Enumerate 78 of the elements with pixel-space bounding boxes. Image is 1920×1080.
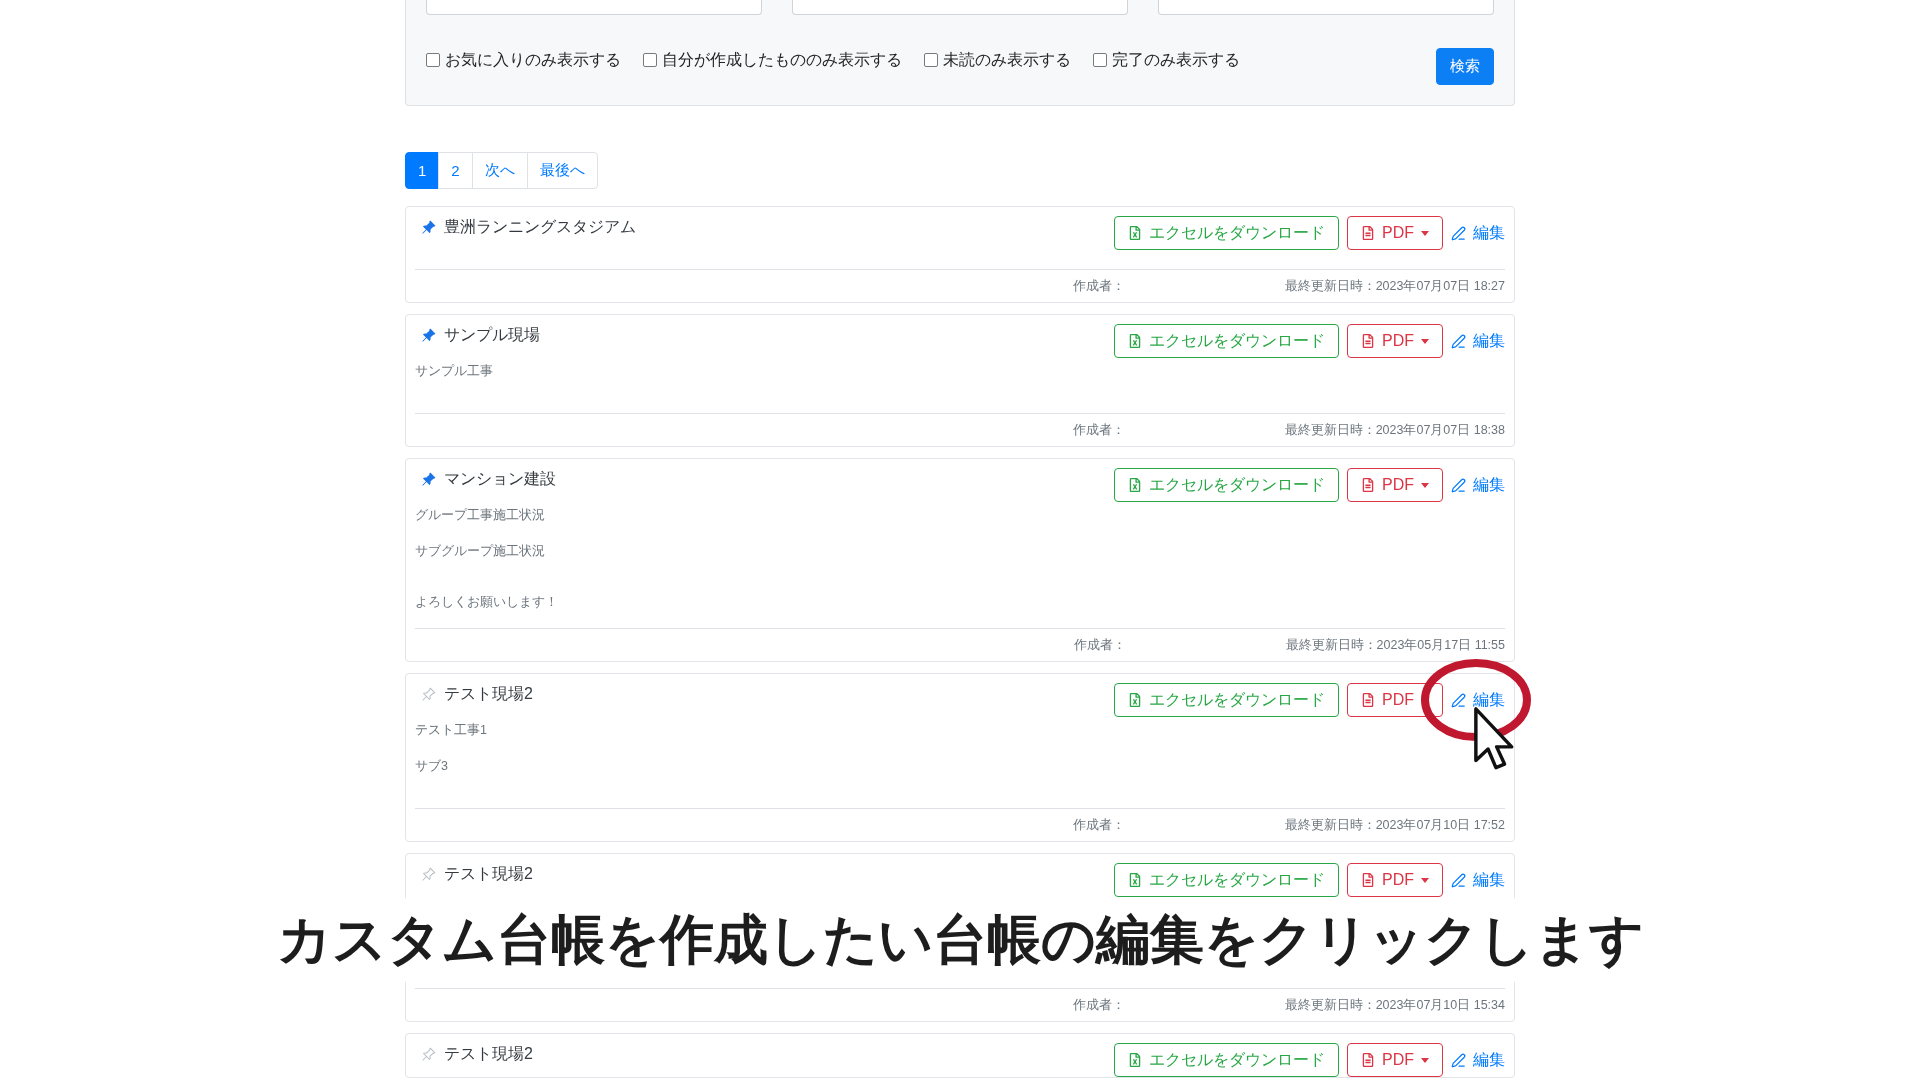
edit-link[interactable]: 編集 — [1451, 1046, 1505, 1074]
detail-text: グループ工事施工状況 — [415, 507, 546, 524]
detail-text: テスト工事1 — [415, 722, 488, 739]
excel-download-button[interactable]: エクセルをダウンロード — [1114, 683, 1339, 717]
detail-text: サブ3 — [415, 758, 449, 775]
updated-date: 最終更新日時：2023年07月07日 18:38 — [1284, 423, 1505, 437]
card-title[interactable]: サンプル現場 — [444, 324, 540, 346]
author-label: 作成者： — [1072, 818, 1125, 832]
updated-date: 最終更新日時：2023年07月07日 18:27 — [1284, 279, 1505, 293]
checkbox[interactable] — [924, 53, 938, 67]
pdf-button[interactable]: PDF — [1347, 863, 1443, 897]
card-title[interactable]: マンション建設 — [444, 468, 556, 490]
updated-date: 最終更新日時：2023年07月10日 17:52 — [1284, 818, 1505, 832]
checkbox-label[interactable]: 自分が作成したもののみ表示する — [662, 48, 902, 72]
excel-download-button[interactable]: エクセルをダウンロード — [1114, 324, 1339, 358]
search-button[interactable]: 検索 — [1436, 48, 1494, 85]
document-icon — [1361, 1053, 1375, 1067]
checkbox[interactable] — [426, 53, 440, 67]
updated-date: 最終更新日時：2023年05月17日 11:55 — [1285, 638, 1505, 652]
page-link[interactable]: 最後へ — [526, 152, 598, 189]
edit-link[interactable]: 編集 — [1451, 327, 1505, 355]
caption-text: カスタム台帳を作成したい台帳の編集をクリックします — [276, 910, 1644, 970]
pdf-button[interactable]: PDF — [1347, 216, 1443, 250]
edit-link[interactable]: 編集 — [1451, 219, 1505, 247]
checkbox-label[interactable]: 未読のみ表示する — [943, 48, 1071, 72]
input-field[interactable] — [1158, 0, 1494, 15]
spreadsheet-file-icon — [1128, 693, 1142, 707]
pin-icon[interactable] — [421, 471, 436, 487]
pdf-button[interactable]: PDF — [1347, 468, 1443, 502]
pencil-icon — [1451, 692, 1466, 708]
excel-download-button[interactable]: エクセルをダウンロード — [1114, 468, 1339, 502]
edit-link[interactable]: 編集 — [1451, 471, 1505, 499]
document-icon — [1361, 478, 1375, 492]
pencil-icon — [1451, 872, 1466, 888]
detail-text: サンプル工事 — [415, 363, 494, 380]
pdf-button[interactable]: PDF — [1347, 324, 1443, 358]
memo-text: よろしくお願いします！ — [415, 594, 559, 609]
excel-download-button[interactable]: エクセルをダウンロード — [1114, 863, 1339, 897]
pdf-button[interactable]: PDF — [1347, 683, 1443, 717]
edit-link[interactable]: 編集 — [1451, 866, 1505, 894]
page-link[interactable]: 2 — [438, 152, 473, 189]
document-icon — [1361, 873, 1375, 887]
spreadsheet-file-icon — [1128, 478, 1142, 492]
spreadsheet-file-icon — [1128, 1053, 1142, 1067]
spreadsheet-file-icon — [1128, 334, 1142, 348]
spreadsheet-file-icon — [1128, 226, 1142, 240]
pin-icon[interactable] — [421, 219, 436, 235]
excel-download-button[interactable]: エクセルをダウンロード — [1114, 1043, 1339, 1077]
input-field[interactable] — [426, 0, 762, 15]
card-title[interactable]: テスト現場2 — [444, 683, 533, 705]
spreadsheet-file-icon — [1128, 873, 1142, 887]
detail-text: サブグループ施工状況 — [415, 543, 546, 560]
checkbox-label[interactable]: お気に入りのみ表示する — [445, 48, 621, 72]
document-icon — [1361, 334, 1375, 348]
checkbox-label[interactable]: 完了のみ表示する — [1112, 48, 1240, 72]
excel-download-button[interactable]: エクセルをダウンロード — [1114, 216, 1339, 250]
pencil-icon — [1451, 477, 1466, 493]
pencil-icon — [1451, 225, 1466, 241]
pin-icon[interactable] — [421, 327, 436, 343]
card-title[interactable]: 豊洲ランニングスタジアム — [444, 216, 636, 238]
updated-date: 最終更新日時：2023年07月10日 15:34 — [1284, 998, 1505, 1012]
checkbox[interactable] — [643, 53, 657, 67]
input-field[interactable] — [792, 0, 1128, 15]
card-title[interactable]: テスト現場2 — [444, 863, 533, 885]
checkbox[interactable] — [1093, 53, 1107, 67]
card-title[interactable]: テスト現場2 — [444, 1043, 533, 1065]
pencil-icon — [1451, 333, 1466, 349]
document-icon — [1361, 226, 1375, 240]
edit-link[interactable]: 編集 — [1451, 686, 1505, 714]
page-link[interactable]: 1 — [405, 152, 440, 189]
pencil-icon — [1451, 1052, 1466, 1068]
document-icon — [1361, 693, 1375, 707]
author-label: 作成者： — [1072, 998, 1125, 1012]
author-label: 作成者： — [1072, 423, 1125, 437]
pdf-button[interactable]: PDF — [1347, 1043, 1443, 1077]
author-label: 作成者： — [1072, 279, 1125, 293]
page-link[interactable]: 次へ — [471, 152, 528, 189]
author-label: 作成者： — [1073, 638, 1126, 652]
